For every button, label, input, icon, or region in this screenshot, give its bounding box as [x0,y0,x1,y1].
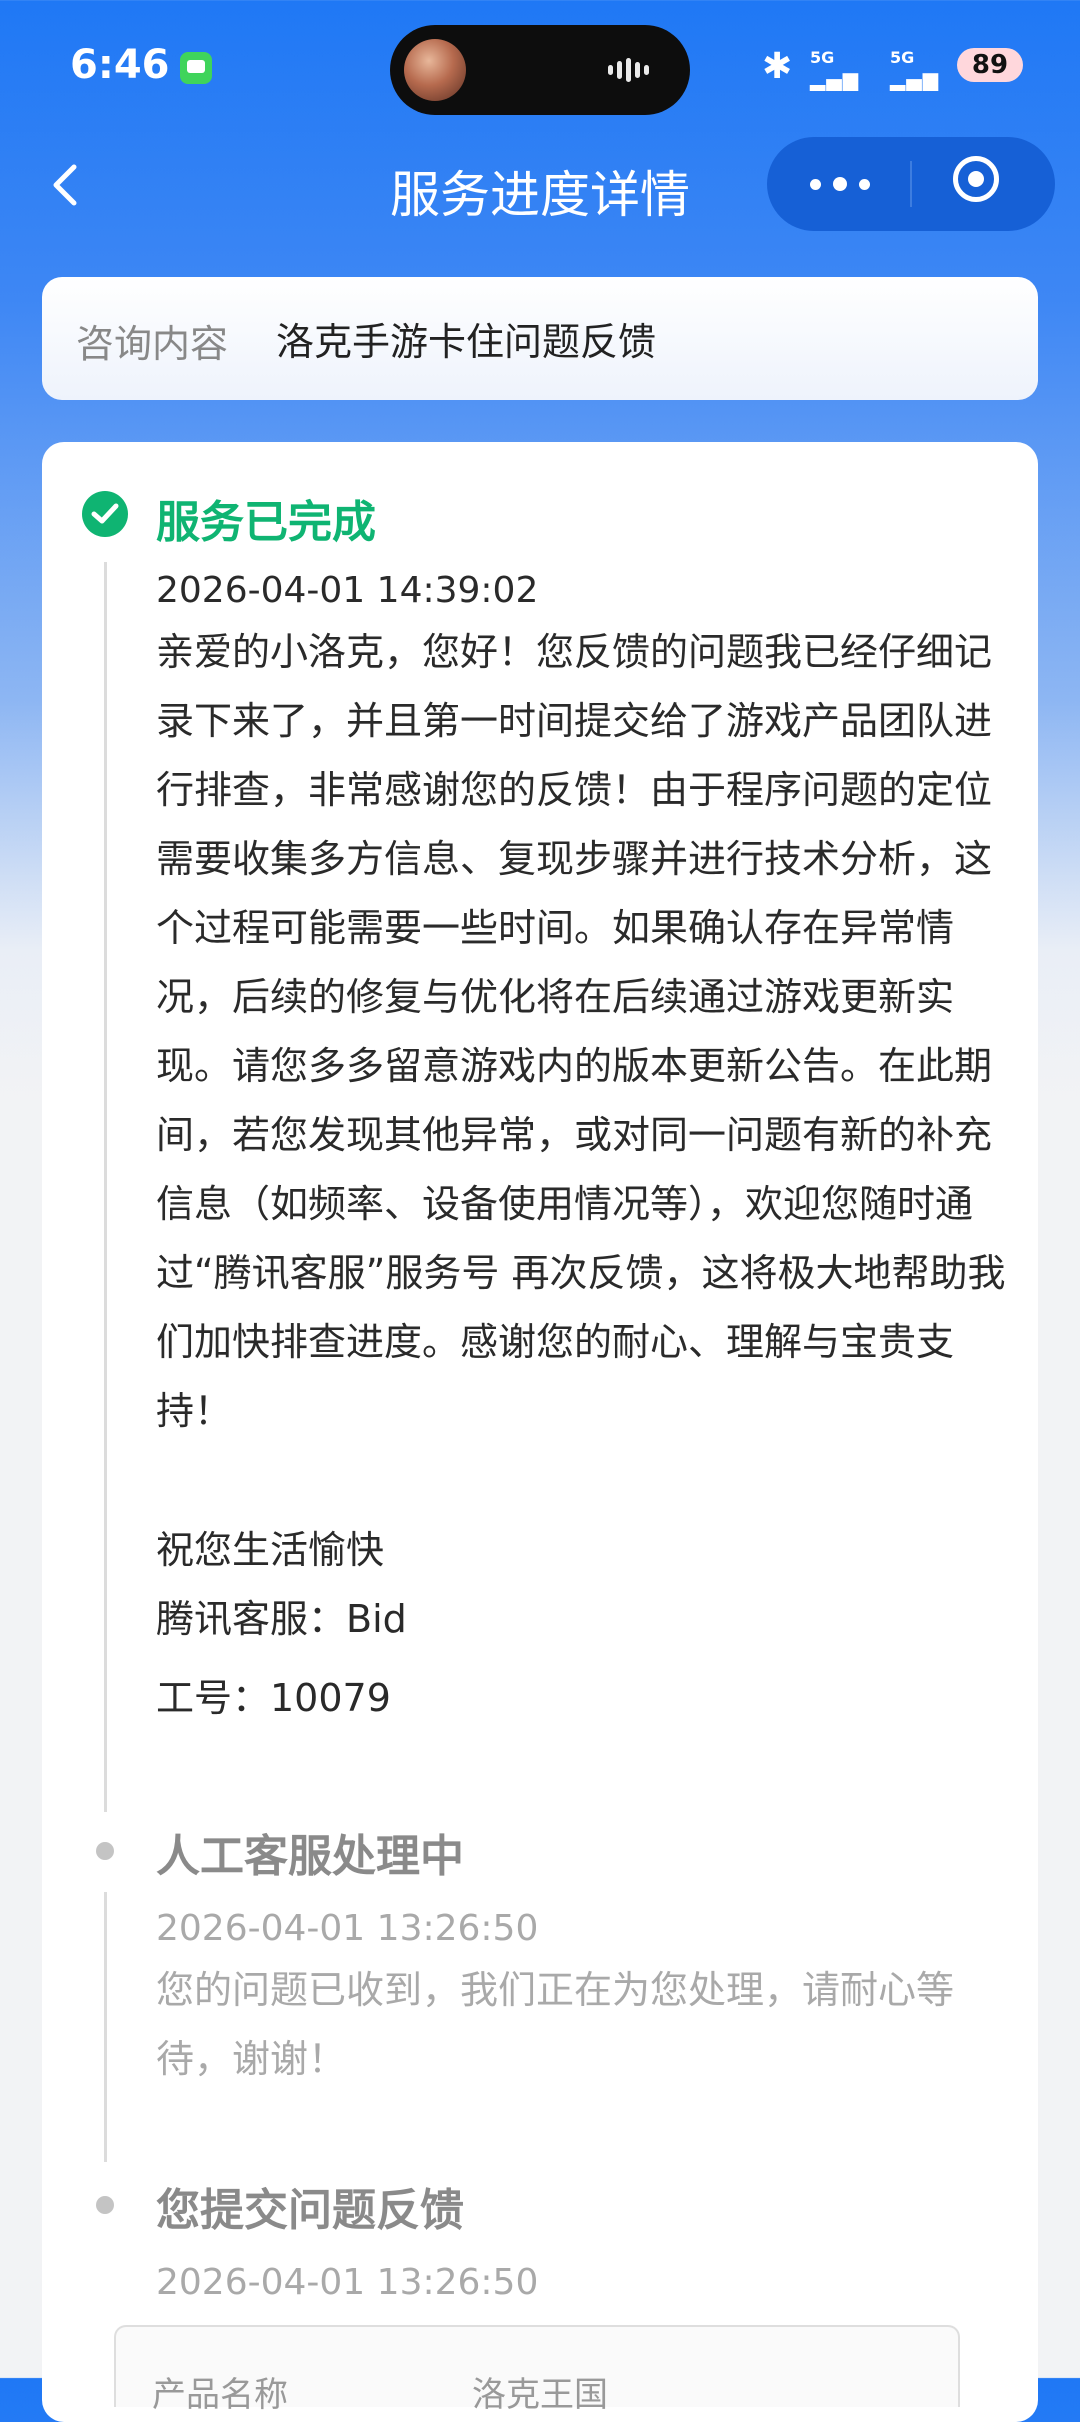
step-agent: 腾讯客服：Bid [156,1597,407,1641]
step-time: 2026-04-01 14:39:02 [156,570,539,611]
timeline-line [104,1892,107,2162]
timeline-dot [96,2196,114,2214]
step-time: 2026-04-01 13:26:50 [156,2262,539,2303]
step-title: 人工客服处理中 [156,1831,464,1882]
signal-icon: 5G ▂▄▆ [890,48,940,91]
timeline-dot [96,1842,114,1860]
bluetooth-icon: ✱ [762,46,793,87]
check-circle-icon [82,491,128,537]
audio-wave-icon [608,58,662,82]
consult-label: 咨询内容 [76,322,229,366]
nav-bar: 服务进度详情 [0,135,1080,235]
step-closing: 祝您生活愉快 [156,1528,385,1572]
consult-value: 洛克手游卡住问题反馈 [276,320,657,364]
step-staff-id: 工号：10079 [156,1676,391,1720]
step-message: 亲爱的小洛克，您好！您反馈的问题我已经仔细记录下来了，并且第一时间提交给了游戏产… [156,630,1006,1433]
step-title: 您提交问题反馈 [156,2185,464,2236]
signal-icon: 5G ▂▄▆ [810,48,860,91]
message-notification-icon [180,52,212,84]
mini-program-capsule [767,137,1055,231]
target-icon [953,156,999,202]
signal-1-label: 5G [810,48,835,67]
progress-card: 服务已完成 2026-04-01 14:39:02 亲爱的小洛克，您好！您反馈的… [42,442,1038,2422]
timeline-line [104,562,107,1812]
close-mini-program-button[interactable] [911,137,1055,231]
more-button[interactable] [767,137,911,231]
step-message: 您的问题已收到，我们正在为您处理，请耐心等待，谢谢！ [156,1968,955,2081]
submission-detail-box: 产品名称 洛克王国 [114,2325,960,2415]
more-icon [810,179,821,190]
now-playing-avatar [404,39,466,101]
signal-2-label: 5G [890,48,915,67]
detail-value: 洛克王国 [472,2375,608,2415]
step-time: 2026-04-01 13:26:50 [156,1908,539,1949]
consult-card: 咨询内容 洛克手游卡住问题反馈 [42,277,1038,400]
status-time: 6:46 [70,42,170,88]
step-title: 服务已完成 [156,497,376,548]
dynamic-island[interactable] [390,25,690,115]
status-bar: 6:46 ✱ 5G ▂▄▆ 5G ▂▄▆ 89 [0,0,1080,135]
battery-indicator: 89 [957,48,1023,82]
detail-label: 产品名称 [152,2375,288,2415]
